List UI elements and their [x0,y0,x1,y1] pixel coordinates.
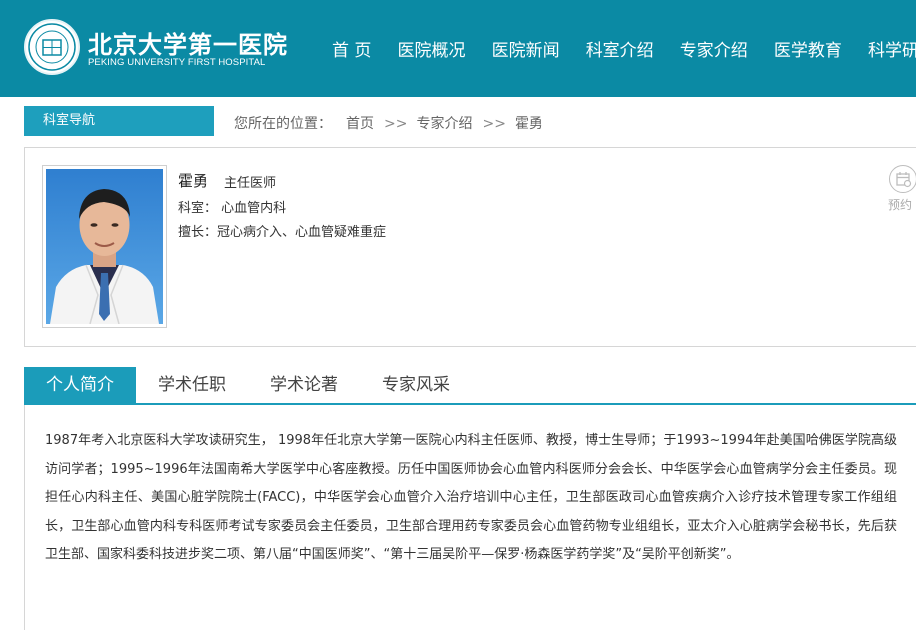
breadcrumb-separator: >> [482,116,506,132]
nav-research[interactable]: 科学研究 [868,36,916,61]
logo-chinese-name: 北京大学第一医院 [88,30,288,59]
doctor-profile-card: 霍勇 主任医师 科室： 心血管内科 擅长：冠心病介入、心血管疑难重症 预约 [24,147,916,347]
department-value: 心血管内科 [221,201,287,216]
nav-experts[interactable]: 专家介绍 [680,36,748,61]
profile-tabs: 个人简介 学术任职 学术论著 专家风采 [24,367,916,405]
nav-medical-education[interactable]: 医学教育 [774,36,842,61]
booking-button[interactable]: 预约 [883,165,916,215]
hospital-seal-icon [24,19,80,75]
doctor-title: 主任医师 [224,176,277,191]
nav-departments[interactable]: 科室介绍 [586,36,654,61]
logo-english-name: PEKING UNIVERSITY FIRST HOSPITAL [88,57,266,68]
site-header: 北京大学第一医院 PEKING UNIVERSITY FIRST HOSPITA… [0,0,916,97]
tab-personal-profile[interactable]: 个人简介 [24,367,136,403]
nav-home[interactable]: 首 页 [332,36,371,61]
tab-expert-gallery[interactable]: 专家风采 [360,367,472,403]
doctor-photo [42,165,167,328]
tab-academic-positions[interactable]: 学术任职 [136,367,248,403]
department-nav-button[interactable]: 科室导航 [24,106,214,136]
doctor-department: 科室： 心血管内科 [178,197,286,216]
nav-hospital-news[interactable]: 医院新闻 [492,36,560,61]
bio-content: 1987年考入北京医科大学攻读研究生， 1998年任北京大学第一医院心内科主任医… [24,405,916,630]
doctor-name: 霍勇 [178,172,209,190]
location-label: 您所在的位置： [234,116,332,132]
doctor-specialty: 擅长：冠心病介入、心血管疑难重症 [178,221,386,240]
breadcrumb-experts[interactable]: 专家介绍 [416,113,472,133]
specialty-value: 冠心病介入、心血管疑难重症 [217,225,387,240]
breadcrumb-home[interactable]: 首页 [346,113,374,133]
bio-text: 1987年考入北京医科大学攻读研究生， 1998年任北京大学第一医院心内科主任医… [45,433,897,563]
tab-academic-publications[interactable]: 学术论著 [248,367,360,403]
main-nav: 首 页 医院概况 医院新闻 科室介绍 专家介绍 医学教育 科学研究 [332,36,916,61]
department-label: 科室： [178,201,218,216]
breadcrumb-current: 霍勇 [514,116,543,132]
hospital-logo[interactable]: 北京大学第一医院 PEKING UNIVERSITY FIRST HOSPITA… [24,19,287,75]
booking-label: 预约 [888,198,913,212]
breadcrumb: 您所在的位置： 首页 >> 专家介绍 >> 霍勇 [234,113,543,133]
nav-hospital-overview[interactable]: 医院概况 [398,36,466,61]
breadcrumb-separator: >> [384,116,408,132]
calendar-icon [889,165,916,193]
specialty-label: 擅长： [178,225,218,240]
